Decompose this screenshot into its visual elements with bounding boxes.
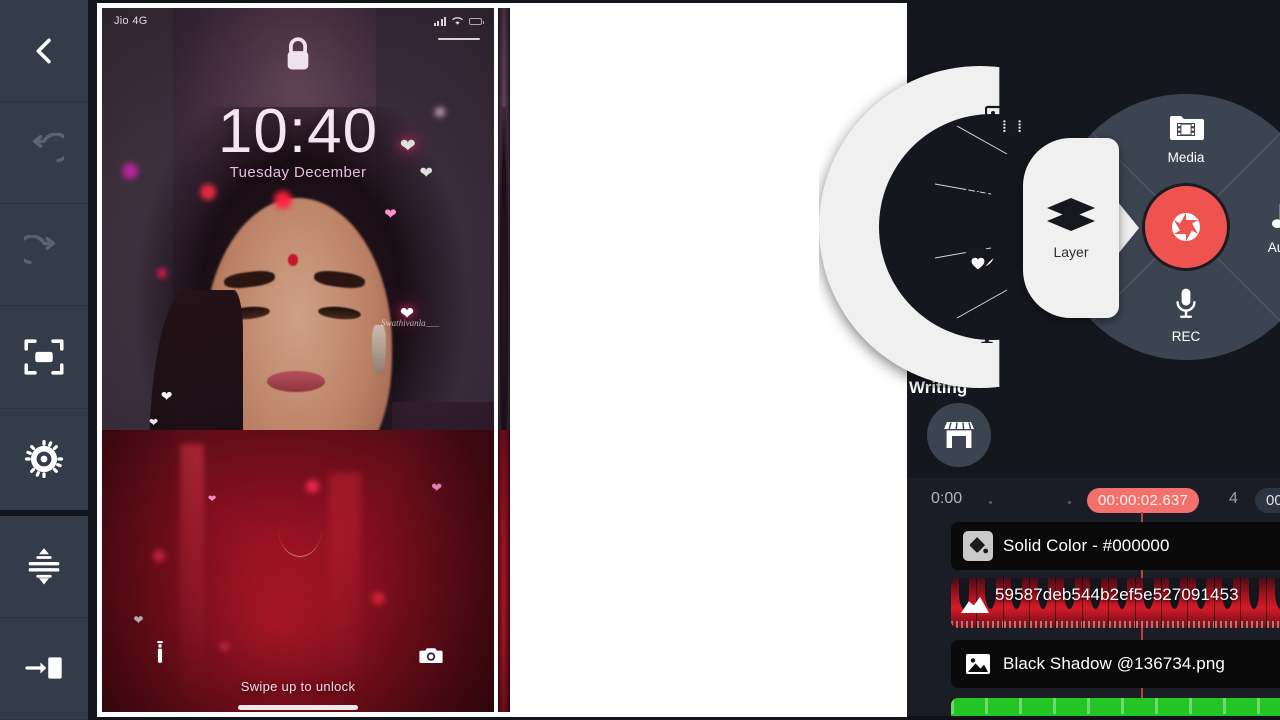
svg-text:FX: FX xyxy=(972,185,992,200)
battery-icon xyxy=(469,17,484,25)
watermark-signature: Swathivanla___ xyxy=(381,317,440,328)
camera-icon[interactable] xyxy=(419,645,443,670)
timeline-tick-label: 4 xyxy=(1229,490,1238,507)
handwriting-pen-icon xyxy=(987,375,1026,397)
music-note-icon xyxy=(1272,203,1280,228)
timeline-start-label: 0:00 xyxy=(931,490,963,507)
tool-text-button[interactable]: T xyxy=(969,310,1005,355)
track-row[interactable]: 59587deb544b2ef5e527091453 xyxy=(951,578,1280,628)
preview-area[interactable]: ❤ ❤ ❤ ❤ ❤ ❤ ❤ ❤ ❤ Jio 4G xyxy=(97,3,907,717)
left-toolbar xyxy=(0,0,88,720)
asset-store-icon xyxy=(944,422,974,448)
layer-button[interactable]: Layer xyxy=(1023,138,1119,318)
capture-frame-icon xyxy=(24,339,64,375)
status-icons xyxy=(433,16,484,26)
text-t-icon: T xyxy=(975,310,998,352)
image-film-icon xyxy=(984,105,1022,134)
lockscreen-clock: 10:40 xyxy=(217,97,379,166)
panel-divider-2 xyxy=(510,8,514,712)
tool-sticker-button[interactable] xyxy=(961,245,995,284)
asset-store-button[interactable] xyxy=(927,403,991,467)
wheel-audio-label: Audio xyxy=(1267,240,1280,255)
signal-icon xyxy=(433,16,446,26)
status-bar-left: Jio 4G xyxy=(102,8,494,34)
track-overlay: 59587deb544b2ef5e527091453 xyxy=(951,578,1280,628)
layer-label: Layer xyxy=(1053,244,1089,260)
wheel-rec-button[interactable]: REC xyxy=(1143,287,1229,344)
chevron-left-icon xyxy=(36,38,51,64)
tool-effect-button[interactable]: FX xyxy=(963,172,1001,215)
record-button[interactable] xyxy=(1142,183,1230,271)
timeline[interactable]: 0:00 4 00:00:02.637 00: Solid C xyxy=(907,478,1280,720)
phone-screen-left: ❤ ❤ ❤ ❤ ❤ ❤ ❤ ❤ ❤ Jio 4G xyxy=(102,8,494,712)
image-icon xyxy=(961,597,989,613)
right-panel: Media t t t Writing xyxy=(819,0,1280,720)
track-row[interactable]: Solid Color - #000000 xyxy=(951,522,1280,570)
track-name: Black Shadow @136734.png xyxy=(1003,654,1225,673)
notch-line xyxy=(438,38,480,40)
undo-button[interactable] xyxy=(0,102,88,205)
timeline-tracks: Solid Color - #000000 59587deb544b2ef5e5… xyxy=(907,522,1280,720)
track-row[interactable]: Black Shadow @136734.png xyxy=(951,640,1280,688)
expand-tracks-icon xyxy=(28,548,60,585)
wifi-icon xyxy=(452,17,463,25)
redo-icon xyxy=(24,234,56,265)
fx-hexagon-icon: FX xyxy=(966,172,998,210)
camera-shutter-icon xyxy=(1172,213,1200,241)
wheel-media-button[interactable]: Media xyxy=(1143,112,1229,165)
redo-button[interactable] xyxy=(0,204,88,307)
export-share-icon xyxy=(25,657,62,680)
kinemaster-editor: ❤ ❤ ❤ ❤ ❤ ❤ ❤ ❤ ❤ Jio 4G xyxy=(0,0,1280,720)
svg-text:T: T xyxy=(975,310,998,350)
layers-icon xyxy=(1047,198,1095,231)
audio-waveform xyxy=(951,698,1280,714)
image-icon xyxy=(963,649,993,679)
media-folder-film-icon xyxy=(1170,116,1204,140)
phone-screen-sliver xyxy=(498,8,510,712)
expand-tracks-button[interactable] xyxy=(0,512,88,618)
settings-button[interactable] xyxy=(0,409,88,513)
undo-icon xyxy=(32,132,64,162)
wheel-media-label: Media xyxy=(1167,150,1205,165)
media-wheel: Media Audio xyxy=(819,62,1280,397)
track-name: 59587deb544b2ef5e527091453 xyxy=(995,585,1239,604)
wheel-rec-label: REC xyxy=(1171,329,1201,344)
lock-icon xyxy=(278,34,318,81)
tool-media-button[interactable] xyxy=(984,104,1023,141)
preview-canvas: ❤ ❤ ❤ ❤ ❤ ❤ ❤ ❤ ❤ Jio 4G xyxy=(102,8,902,712)
flashlight-icon[interactable] xyxy=(153,641,167,670)
wheel-audio-button[interactable]: Audio xyxy=(1249,198,1280,255)
track-name: Solid Color - #000000 xyxy=(1003,536,1170,555)
secondary-time-badge[interactable]: 00: xyxy=(1255,488,1280,513)
paint-bucket-icon xyxy=(963,531,993,561)
timeline-ruler[interactable]: 0:00 4 00:00:02.637 00: xyxy=(907,478,1280,522)
timeline-bottom-edge xyxy=(907,716,1280,720)
tool-handwriting-button[interactable] xyxy=(987,371,1027,406)
microphone-icon xyxy=(1176,288,1196,318)
lockscreen-date: Tuesday December xyxy=(229,164,367,181)
capture-button[interactable] xyxy=(0,306,88,409)
sticker-heart-icon xyxy=(962,246,994,278)
home-indicator xyxy=(238,705,358,710)
swipe-hint-left: Swipe up to unlock xyxy=(240,679,356,694)
carrier-label: Jio 4G xyxy=(114,15,148,27)
back-button[interactable] xyxy=(0,0,88,103)
playhead-time-badge[interactable]: 00:00:02.637 xyxy=(1087,488,1199,513)
gear-eye-icon xyxy=(24,440,64,479)
export-button[interactable] xyxy=(0,618,88,720)
